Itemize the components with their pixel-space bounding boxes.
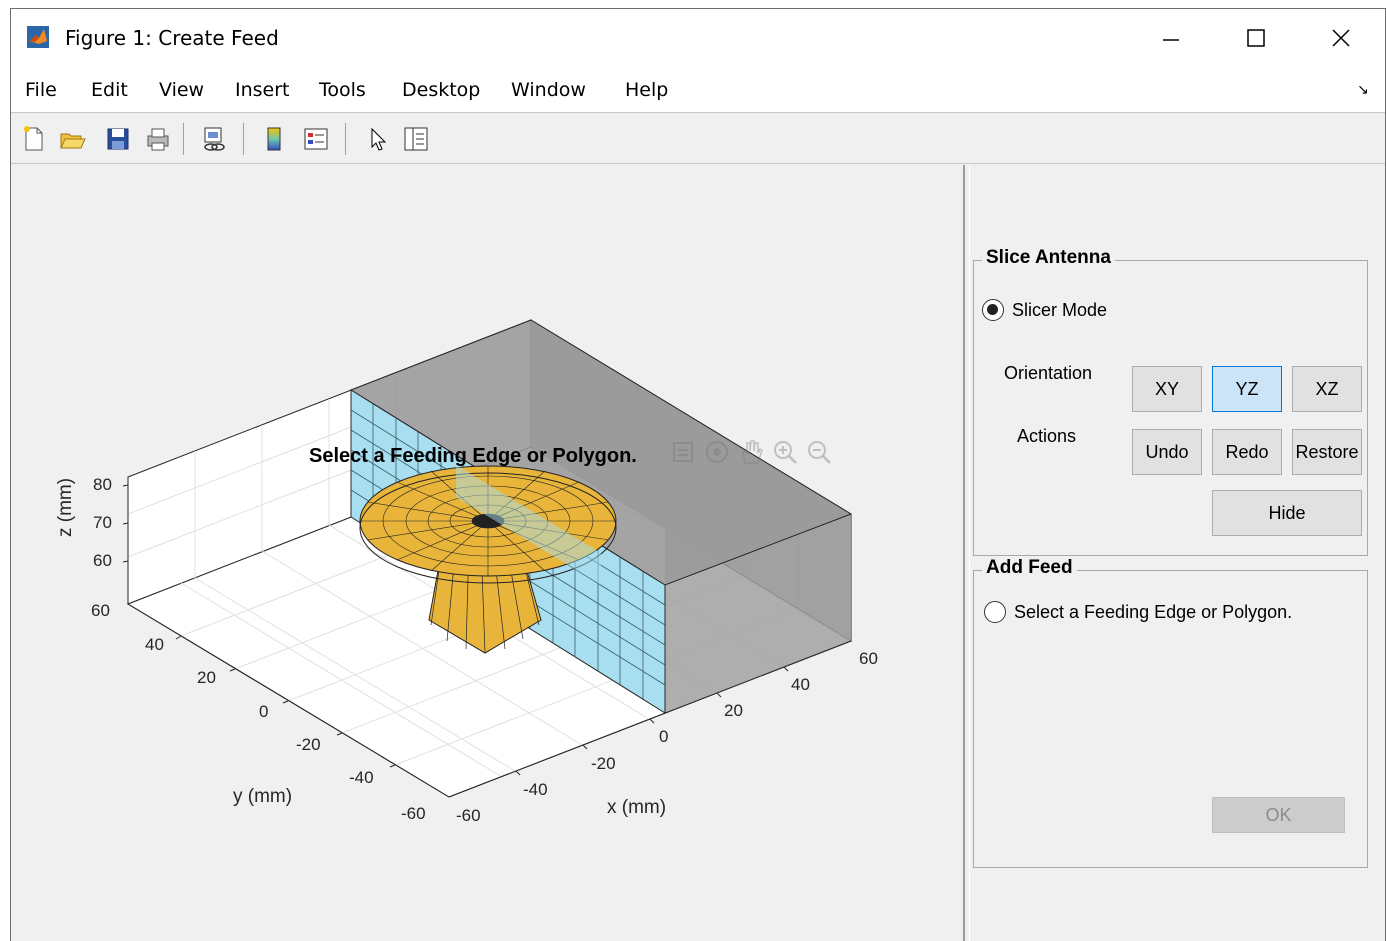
menu-edit[interactable]: Edit: [91, 79, 128, 101]
data-tip-icon[interactable]: [668, 437, 698, 467]
print-icon[interactable]: [143, 124, 173, 154]
z-axis-label: z (mm): [55, 477, 76, 537]
title-bar: Figure 1: Create Feed: [11, 9, 1385, 69]
matlab-logo-icon: [27, 26, 49, 48]
redo-button[interactable]: Redo: [1212, 429, 1282, 475]
axes-toolbar[interactable]: [668, 437, 834, 471]
z-tick: 70: [93, 513, 112, 532]
actions-label: Actions: [1017, 426, 1077, 446]
minimize-icon: [1163, 39, 1179, 41]
toolbar-separator: [183, 123, 184, 155]
orientation-xz-button[interactable]: XZ: [1292, 366, 1362, 412]
plot-area[interactable]: Select a Feeding Edge or Polygon. 80 70 …: [11, 165, 963, 941]
figure-toolbar: [11, 114, 1385, 164]
maximize-icon: [1247, 29, 1265, 47]
window-title: Figure 1: Create Feed: [65, 26, 279, 50]
menu-insert[interactable]: Insert: [235, 79, 290, 101]
y-axis-label: y (mm): [233, 786, 293, 807]
panel-divider[interactable]: [963, 165, 970, 941]
x-tick: -20: [591, 754, 616, 773]
dock-arrow-icon[interactable]: ↘: [1357, 81, 1369, 98]
slicer-mode-label: Slicer Mode: [1012, 299, 1108, 320]
axes-3d[interactable]: [11, 165, 963, 941]
orientation-xy-button[interactable]: XY: [1132, 366, 1202, 412]
x-tick: 20: [724, 701, 743, 720]
ok-button[interactable]: OK: [1212, 797, 1345, 833]
radio-unselected-icon[interactable]: [984, 601, 1006, 623]
close-icon: [1332, 29, 1350, 47]
slicer-mode-radio[interactable]: Slicer Mode: [982, 299, 1107, 321]
y-tick: -40: [349, 768, 374, 787]
feeding-edge-label: Select a Feeding Edge or Polygon.: [1014, 601, 1293, 622]
menu-bar: File Edit View Insert Tools Desktop Wind…: [11, 69, 1385, 113]
y-tick: 60: [91, 601, 110, 620]
menu-file[interactable]: File: [25, 79, 57, 101]
x-tick: -60: [456, 806, 481, 825]
save-icon[interactable]: [103, 124, 133, 154]
orientation-yz-button[interactable]: YZ: [1212, 366, 1282, 412]
open-file-icon[interactable]: [57, 124, 87, 154]
pointer-icon[interactable]: [363, 124, 393, 154]
close-button[interactable]: [1301, 9, 1381, 67]
menu-desktop[interactable]: Desktop: [402, 79, 480, 101]
legend-icon[interactable]: [301, 124, 331, 154]
y-tick: 40: [145, 635, 164, 654]
menu-tools[interactable]: Tools: [319, 79, 366, 101]
plot-title: Select a Feeding Edge or Polygon.: [309, 445, 637, 467]
feeding-edge-radio[interactable]: Select a Feeding Edge or Polygon.: [984, 601, 1292, 623]
panel-title: Slice Antenna: [982, 247, 1115, 269]
hide-button[interactable]: Hide: [1212, 490, 1362, 536]
x-axis-label: x (mm): [607, 797, 667, 818]
y-tick: 20: [197, 668, 216, 687]
undo-button[interactable]: Undo: [1132, 429, 1202, 475]
zoom-out-icon[interactable]: [804, 437, 834, 467]
y-tick: -60: [401, 804, 426, 823]
zoom-in-icon[interactable]: [770, 437, 800, 467]
toolbar-separator: [345, 123, 346, 155]
restore-button[interactable]: Restore: [1292, 429, 1362, 475]
y-tick: -20: [296, 735, 321, 754]
orientation-label: Orientation: [1004, 363, 1093, 383]
colorbar-icon[interactable]: [259, 124, 289, 154]
minimize-button[interactable]: [1131, 9, 1211, 67]
slice-antenna-panel: Slice Antenna Slicer Mode Orientation Ac…: [973, 247, 1368, 556]
toolbar-separator: [243, 123, 244, 155]
new-figure-icon[interactable]: [19, 124, 49, 154]
y-tick: 0: [259, 702, 269, 721]
x-tick: 40: [791, 675, 810, 694]
figure-window: Figure 1: Create Feed File Edit View Ins…: [10, 8, 1386, 941]
menu-help[interactable]: Help: [625, 79, 668, 101]
x-tick: 60: [859, 649, 878, 668]
rotate-3d-icon[interactable]: [702, 437, 732, 467]
x-tick: 0: [659, 727, 669, 746]
z-tick: 80: [93, 475, 112, 494]
menu-view[interactable]: View: [159, 79, 204, 101]
property-inspector-icon[interactable]: [401, 124, 431, 154]
pan-hand-icon[interactable]: [736, 437, 766, 467]
z-tick: 60: [93, 551, 112, 570]
maximize-button[interactable]: [1216, 9, 1296, 67]
link-plot-icon[interactable]: [199, 124, 229, 154]
add-feed-panel: Add Feed Select a Feeding Edge or Polygo…: [973, 557, 1368, 868]
radio-selected-icon[interactable]: [982, 299, 1004, 321]
panel-title: Add Feed: [982, 557, 1077, 579]
menu-window[interactable]: Window: [511, 79, 586, 101]
x-tick: -40: [523, 780, 548, 799]
